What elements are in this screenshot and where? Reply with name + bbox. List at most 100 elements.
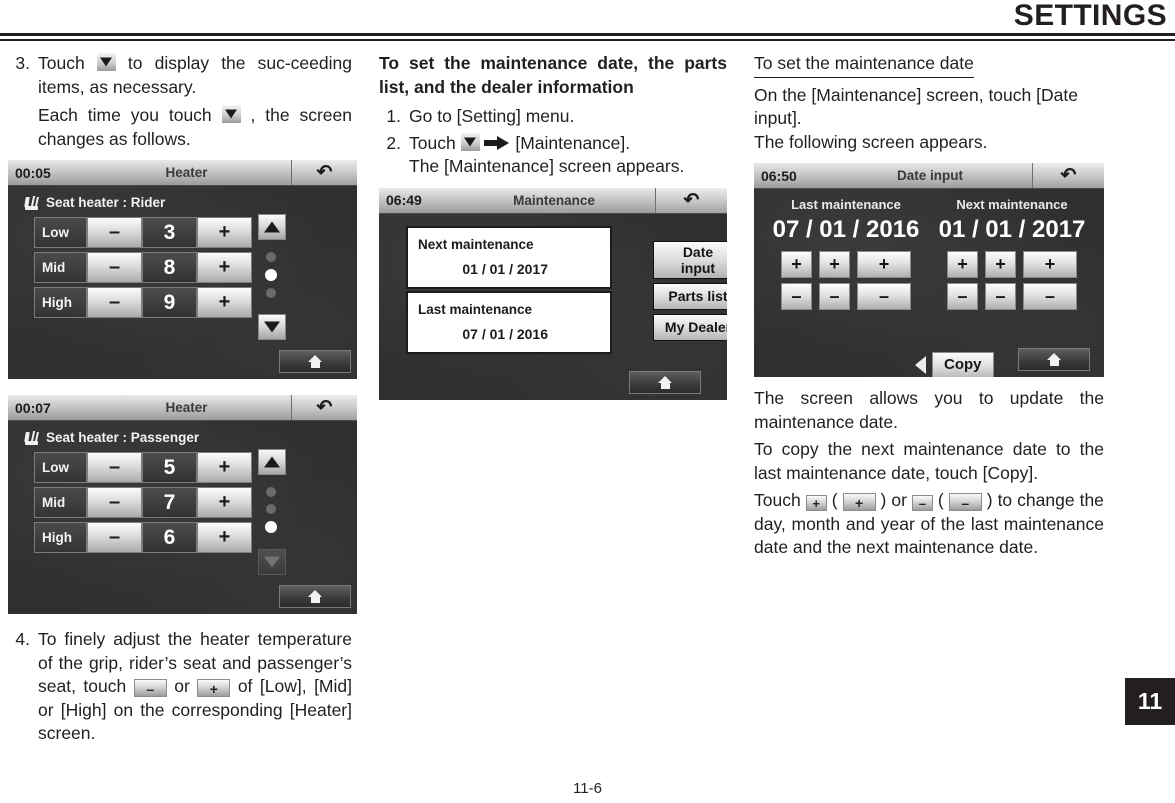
heater-rows: Low – 3 + Mid – 8 + High – 9 + bbox=[34, 217, 252, 322]
heater-row: Low – 3 + bbox=[34, 217, 252, 248]
last-day-plus-button[interactable]: + bbox=[819, 251, 850, 278]
step-1-text: Go to [Setting] menu. bbox=[409, 106, 575, 126]
scroll-up-button[interactable] bbox=[258, 449, 286, 475]
page-header: SETTINGS bbox=[0, 0, 1175, 44]
last-maintenance-label: Last maintenance bbox=[791, 197, 901, 212]
minus-button[interactable]: – bbox=[87, 287, 142, 318]
plus-button[interactable]: + bbox=[197, 217, 252, 248]
step-4-text: To finely adjust the heater temperature … bbox=[38, 628, 352, 746]
minus-chip-icon: – bbox=[133, 679, 167, 697]
minus-button[interactable]: – bbox=[87, 217, 142, 248]
minus-chip-large-icon: – bbox=[948, 493, 982, 511]
next-maintenance-label: Next maintenance bbox=[418, 236, 534, 252]
paragraph-5-open2: ( bbox=[937, 490, 944, 510]
back-button[interactable]: ↶ bbox=[291, 160, 357, 185]
section-heading-maintenance: To set the maintenance date, the parts l… bbox=[379, 53, 727, 97]
up-triangle-icon bbox=[264, 456, 280, 468]
page-dot bbox=[266, 288, 276, 298]
home-button[interactable] bbox=[1018, 348, 1090, 371]
last-month-plus-button[interactable]: + bbox=[781, 251, 812, 278]
screen-maintenance: 06:49 Maintenance ↶ Next maintenance 01 … bbox=[379, 187, 727, 400]
paragraph-1: On the [Maintenance] screen, touch [Date… bbox=[754, 84, 1078, 129]
clock: 00:05 bbox=[15, 164, 51, 181]
my-dealer-button[interactable]: My Dealer bbox=[653, 313, 727, 341]
last-year-plus-button[interactable]: + bbox=[857, 251, 911, 278]
row-value: 6 bbox=[142, 522, 197, 553]
clock: 06:49 bbox=[386, 192, 422, 208]
plus-button[interactable]: + bbox=[197, 522, 252, 553]
row-value: 8 bbox=[142, 252, 197, 283]
next-month-minus-button[interactable]: – bbox=[947, 283, 978, 310]
last-maintenance-card[interactable]: Last maintenance 07 / 01 / 2016 bbox=[406, 290, 612, 354]
footer: 11-6 bbox=[0, 780, 1175, 797]
scroll-down-button-disabled bbox=[258, 549, 286, 575]
next-day-plus-button[interactable]: + bbox=[985, 251, 1016, 278]
date-input-button[interactable]: Date input bbox=[653, 240, 727, 279]
step-4-number: 4. bbox=[15, 629, 30, 649]
screen-titlebar: 00:05 Heater ↶ bbox=[8, 160, 357, 186]
next-maintenance-card[interactable]: Next maintenance 01 / 01 / 2017 bbox=[406, 225, 612, 289]
plus-button[interactable]: + bbox=[197, 452, 252, 483]
down-triangle-icon bbox=[96, 53, 116, 71]
paragraph-5-close2: ) to bbox=[986, 490, 1013, 510]
home-button[interactable] bbox=[279, 350, 351, 373]
page-dot bbox=[266, 504, 276, 514]
screen-title: Heater bbox=[165, 165, 208, 180]
date-input-button-line2: input bbox=[680, 259, 716, 276]
step-3-number: 3. bbox=[15, 53, 30, 73]
last-year-minus-button[interactable]: – bbox=[857, 283, 911, 310]
heater-row: High – 6 + bbox=[34, 522, 252, 553]
column-middle: To set the maintenance date, the parts l… bbox=[379, 52, 727, 400]
minus-button[interactable]: – bbox=[87, 522, 142, 553]
home-button[interactable] bbox=[629, 370, 701, 394]
last-month-minus-button[interactable]: – bbox=[781, 283, 812, 310]
row-label: Low bbox=[34, 217, 87, 248]
home-icon bbox=[657, 375, 673, 389]
home-icon bbox=[307, 355, 323, 368]
step-2-text-line1: Touch [Maintenance]. bbox=[409, 132, 727, 156]
step-4: 4. To finely adjust the heater temperatu… bbox=[8, 628, 352, 746]
next-maintenance-label: Next maintenance bbox=[956, 197, 1068, 212]
last-year-stepper: + – bbox=[857, 251, 911, 310]
step-3-text-a: Touch bbox=[38, 53, 85, 73]
paragraph-4: To copy the next maintenance date to the… bbox=[754, 439, 1104, 483]
next-month-plus-button[interactable]: + bbox=[947, 251, 978, 278]
scroll-down-button[interactable] bbox=[258, 314, 286, 340]
step-2-text-a: Touch bbox=[409, 132, 456, 153]
minus-button[interactable]: – bbox=[87, 252, 142, 283]
last-maintenance-date: 07 / 01 / 2016 bbox=[772, 216, 920, 243]
plus-button[interactable]: + bbox=[197, 287, 252, 318]
next-day-minus-button[interactable]: – bbox=[985, 283, 1016, 310]
plus-chip-icon: + bbox=[197, 679, 231, 697]
parts-list-button[interactable]: Parts list bbox=[653, 282, 727, 310]
screen-body: Next maintenance 01 / 01 / 2017 Last mai… bbox=[379, 214, 727, 399]
next-maintenance-date: 01 / 01 / 2017 bbox=[938, 216, 1086, 243]
down-triangle-icon bbox=[264, 321, 280, 333]
row-label: Mid bbox=[34, 252, 87, 283]
back-button[interactable]: ↶ bbox=[1032, 163, 1104, 188]
back-button[interactable]: ↶ bbox=[655, 187, 727, 213]
down-triangle-icon bbox=[221, 105, 241, 123]
step-4-text-b: or bbox=[174, 676, 190, 696]
next-maintenance-date: 01 / 01 / 2017 bbox=[462, 260, 548, 277]
step-2-number: 2. bbox=[386, 132, 401, 153]
copy-button[interactable]: Copy bbox=[932, 352, 994, 377]
last-maintenance-steppers: + – + – + – bbox=[768, 251, 924, 310]
minus-button[interactable]: – bbox=[87, 487, 142, 518]
back-arrow-icon: ↶ bbox=[316, 397, 333, 418]
page-number: 11-6 bbox=[573, 780, 602, 797]
next-year-minus-button[interactable]: – bbox=[1023, 283, 1077, 310]
back-button[interactable]: ↶ bbox=[291, 395, 357, 420]
scroll-up-button[interactable] bbox=[258, 214, 286, 240]
plus-button[interactable]: + bbox=[197, 487, 252, 518]
home-button[interactable] bbox=[279, 585, 351, 608]
next-year-plus-button[interactable]: + bbox=[1023, 251, 1077, 278]
step-3-text-c: Each time you touch bbox=[38, 105, 212, 125]
last-day-minus-button[interactable]: – bbox=[819, 283, 850, 310]
minus-button[interactable]: – bbox=[87, 452, 142, 483]
step-1: 1. Go to [Setting] menu. bbox=[379, 105, 727, 129]
manual-page: SETTINGS 3. Touch to display the suc-cee… bbox=[0, 0, 1175, 803]
plus-button[interactable]: + bbox=[197, 252, 252, 283]
seat-heater-heading: Seat heater : Passenger bbox=[24, 430, 199, 445]
seat-heater-icon bbox=[24, 195, 42, 210]
